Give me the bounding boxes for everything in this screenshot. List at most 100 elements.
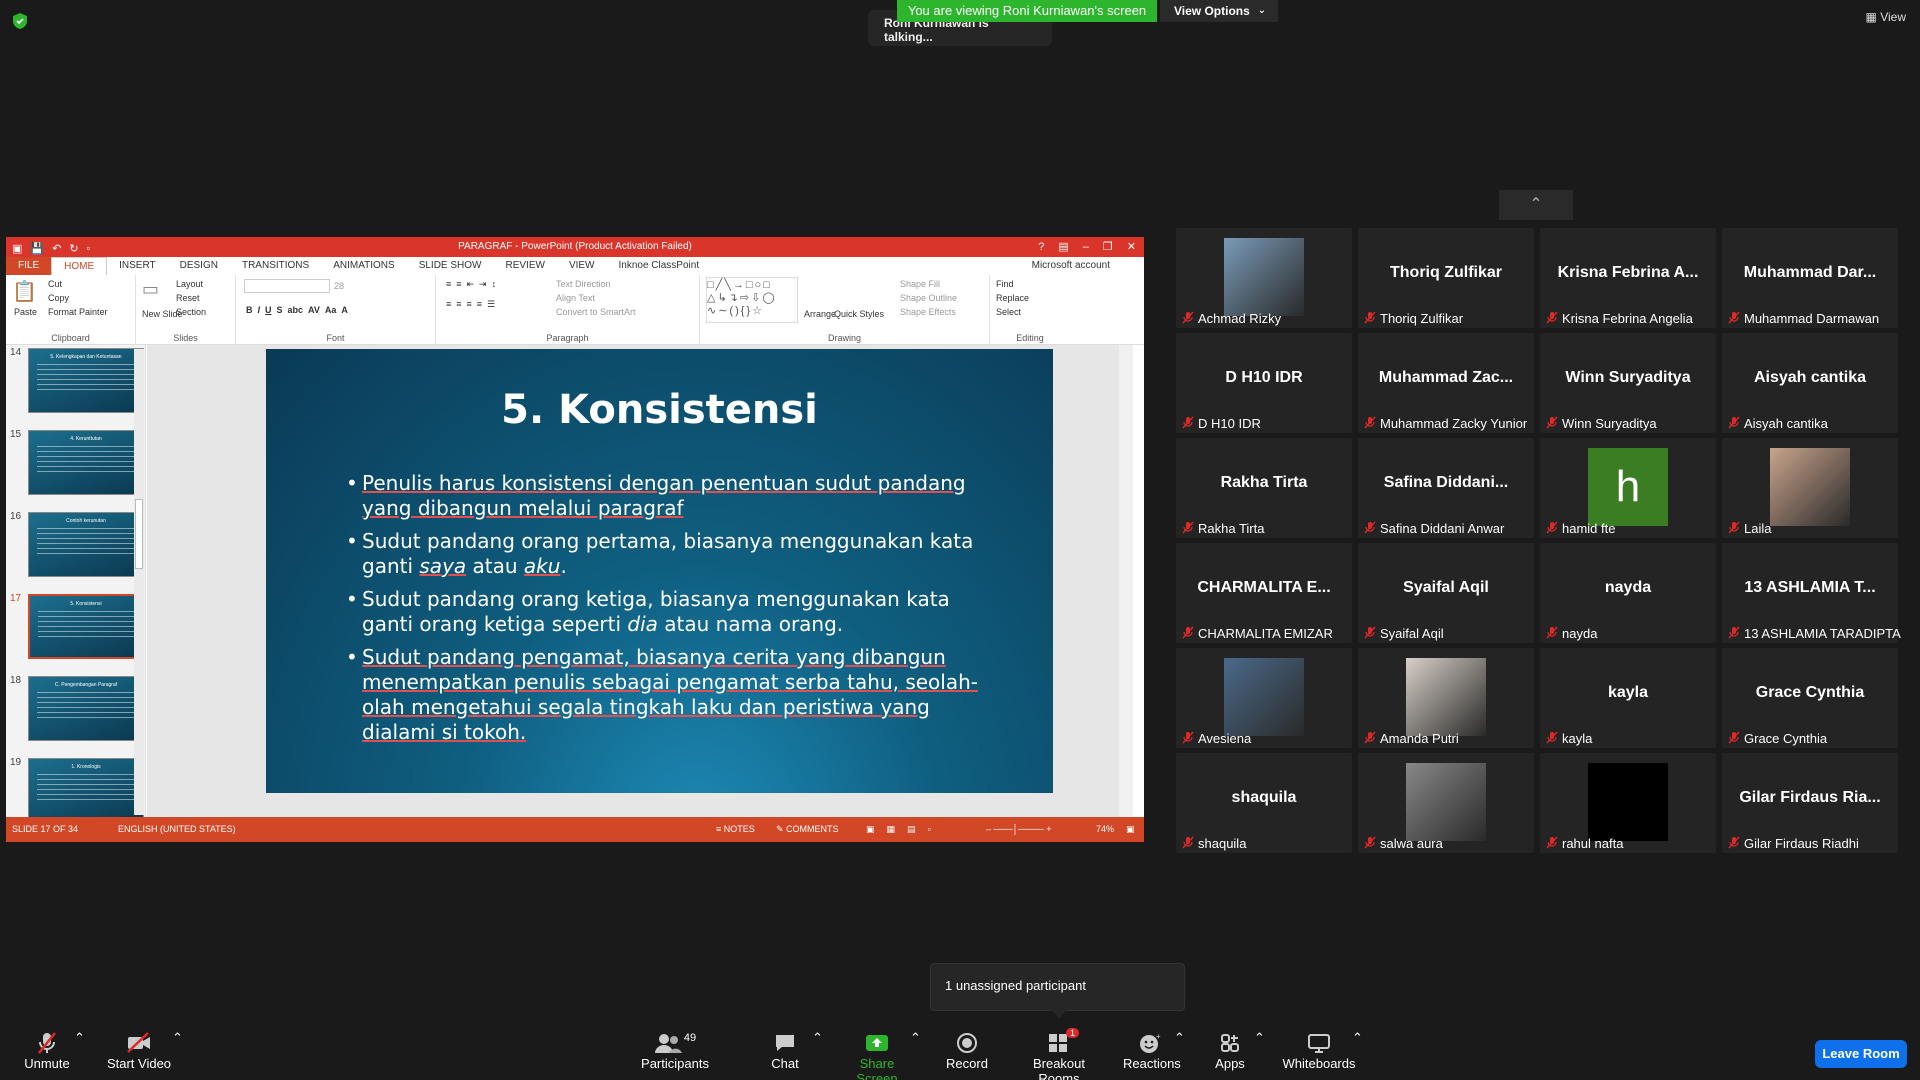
font-name-box [244,279,330,293]
participant-tile[interactable]: CHARMALITA E... CHARMALITA EMIZAR [1176,543,1352,643]
slides-group-label: Slides [173,333,198,343]
reactions-button[interactable]: + Reactions [1123,1030,1181,1071]
start-video-button[interactable]: Start Video [104,1030,174,1071]
participant-display-name: kayla [1607,684,1649,701]
breakout-rooms-icon: 1 [1012,1028,1106,1056]
reactions-caret[interactable]: ⌃ [1174,1030,1185,1046]
reactions-label: Reactions [1123,1056,1181,1071]
comments-label: COMMENTS [786,824,839,834]
thumbnail-image: 5. Kelengkapan dan Ketuntasan [28,348,144,413]
participants-label: Participants [641,1056,709,1071]
meeting-toolbar: Unmute ⌃ Start Video ⌃ 49 Participants C… [0,1018,1920,1080]
convert-smartart-label: Convert to SmartArt [556,307,636,317]
paragraph-group: ≡ ≡ ⇤ ⇥ ↕ ≡ ≡ ≡ ≡ ☰ Text Direction Align… [436,275,700,345]
comments-icon: ✎ COMMENTS [776,824,839,834]
participant-tile[interactable]: salwa aura [1358,753,1534,853]
gallery-collapse-button[interactable]: ⌃ [1499,190,1573,220]
participant-tile[interactable]: Aisyah cantika Aisyah cantika [1722,333,1898,433]
minimize-icon: – [1082,241,1089,253]
participant-name-label: Thoriq Zulfikar [1380,311,1464,326]
participant-tile[interactable]: kayla kayla [1540,648,1716,748]
shape-fill-label: Shape Fill [900,279,941,289]
share-options-caret[interactable]: ⌃ [910,1030,921,1046]
bullet-1-text: Penulis harus konsistensi dengan penentu… [362,471,966,520]
unassigned-participant-toast: 1 unassigned participant [930,963,1185,1018]
participant-tile[interactable]: h hamid fte [1540,438,1716,538]
share-screen-button[interactable]: Share Screen [838,1030,916,1080]
apps-button[interactable]: Apps [1212,1030,1248,1071]
bullet-2-aku: aku [523,554,561,578]
participant-tile[interactable]: Gilar Firdaus Ria... Gilar Firdaus Riadhi [1722,753,1898,853]
bullet-3-end: atau nama orang. [657,612,844,636]
participant-tile[interactable]: Amanda Putri [1358,648,1534,748]
close-icon: ✕ [1126,241,1136,253]
participant-tile[interactable]: Avesiena [1176,648,1352,748]
video-options-caret[interactable]: ⌃ [172,1030,183,1046]
view-options-button[interactable]: View Options ⌄ [1160,0,1278,22]
participant-tile[interactable]: rahul nafta [1540,753,1716,853]
notes-icon: ≡ NOTES [716,824,755,834]
viewing-screen-banner: You are viewing Roni Kurniawan's screen [897,0,1157,22]
ppt-title-bar: ▣ 💾 ↶ ↻ ▫ PARAGRAF - PowerPoint (Product… [6,237,1144,257]
unmute-button[interactable]: Unmute [22,1030,72,1071]
participant-tile[interactable]: Krisna Febrina A... Krisna Febrina Angeli… [1540,228,1716,328]
slide-thumbnail-pane: 14 5. Kelengkapan dan Ketuntasan 15 4. K… [6,345,146,817]
breakout-badge: 1 [1066,1028,1080,1038]
participant-tile[interactable]: shaquila shaquila [1176,753,1352,853]
participants-button[interactable]: 49 Participants [640,1030,710,1071]
muted-mic-icon [1182,731,1194,744]
participant-name-label: Laila [1744,521,1772,536]
participant-name-label: Achmad Rizky [1198,311,1282,326]
tab-file: FILE [6,257,52,275]
thumbnail-title: 5. Konsistensi [70,601,102,607]
leave-room-button[interactable]: Leave Room [1815,1040,1907,1068]
participant-tile[interactable]: Safina Diddani... Safina Diddani Anwar [1358,438,1534,538]
whiteboards-button[interactable]: Whiteboards [1282,1030,1356,1071]
thumbnail-18: 18 C. Pengembangan Paragraf [6,673,145,743]
participant-tile[interactable]: Muhammad Dar... Muhammad Darmawan [1722,228,1898,328]
participant-tile[interactable]: Rakha Tirta Rakha Tirta [1176,438,1352,538]
participant-tile[interactable]: nayda nayda [1540,543,1716,643]
audio-options-caret[interactable]: ⌃ [74,1030,85,1046]
participant-name-label: salwa aura [1380,836,1443,851]
participants-icon: 49 [640,1030,710,1056]
zoom-level: 74% [1096,824,1115,834]
muted-mic-icon [1546,626,1558,639]
editing-group-label: Editing [1016,333,1044,343]
participant-name-label: rahul nafta [1562,836,1624,851]
record-button[interactable]: Record [942,1030,992,1071]
participant-name-label: Muhammad Zacky Yunior [1380,416,1528,431]
participant-tile[interactable]: Laila [1722,438,1898,538]
cut-label: Cut [48,279,63,289]
participant-tile[interactable]: Syaifal Aqil Syaifal Aqil [1358,543,1534,643]
security-shield-icon[interactable] [12,12,28,30]
chat-options-caret[interactable]: ⌃ [812,1030,823,1046]
chat-button[interactable]: Chat [765,1030,805,1071]
view-layout-button[interactable]: ▦ View [1866,10,1906,24]
chevron-up-icon: ⌃ [1529,196,1543,213]
unmute-label: Unmute [24,1056,70,1071]
chat-label: Chat [771,1056,799,1071]
restore-icon: ❐ [1102,241,1113,253]
current-slide: 5. Konsistensi Penulis harus konsistensi… [266,349,1053,793]
list-icons: ≡ ≡ ⇤ ⇥ ↕ [446,279,497,289]
participant-tile[interactable]: 13 ASHLAMIA T... 13 ASHLAMIA TARADIPTA [1722,543,1901,643]
apps-caret[interactable]: ⌃ [1254,1030,1265,1046]
replace-label: Replace [996,293,1030,303]
thumbnail-number: 14 [10,347,22,358]
thumbnail-image-selected: 5. Konsistensi [28,594,144,659]
muted-mic-icon [1546,416,1558,429]
participant-tile[interactable]: D H10 IDR D H10 IDR [1176,333,1352,433]
participant-tile[interactable]: Grace Cynthia Grace Cynthia [1722,648,1898,748]
whiteboards-caret[interactable]: ⌃ [1352,1030,1363,1046]
breakout-rooms-button[interactable]: 1 Breakout Rooms [1012,1028,1106,1080]
muted-mic-icon [1364,626,1376,639]
participant-tile[interactable]: Muhammad Zac... Muhammad Zacky Yunior [1358,333,1534,433]
tab-home: HOME [51,257,108,275]
participant-tile[interactable]: Winn Suryaditya Winn Suryaditya [1540,333,1716,433]
font-group-label: Font [326,333,345,343]
redo-icon: ↻ [69,243,79,255]
participant-tile[interactable]: Thoriq Zulfikar Thoriq Zulfikar [1358,228,1534,328]
participant-tile[interactable]: Achmad Rizky [1176,228,1352,328]
video-off-icon [104,1030,174,1056]
